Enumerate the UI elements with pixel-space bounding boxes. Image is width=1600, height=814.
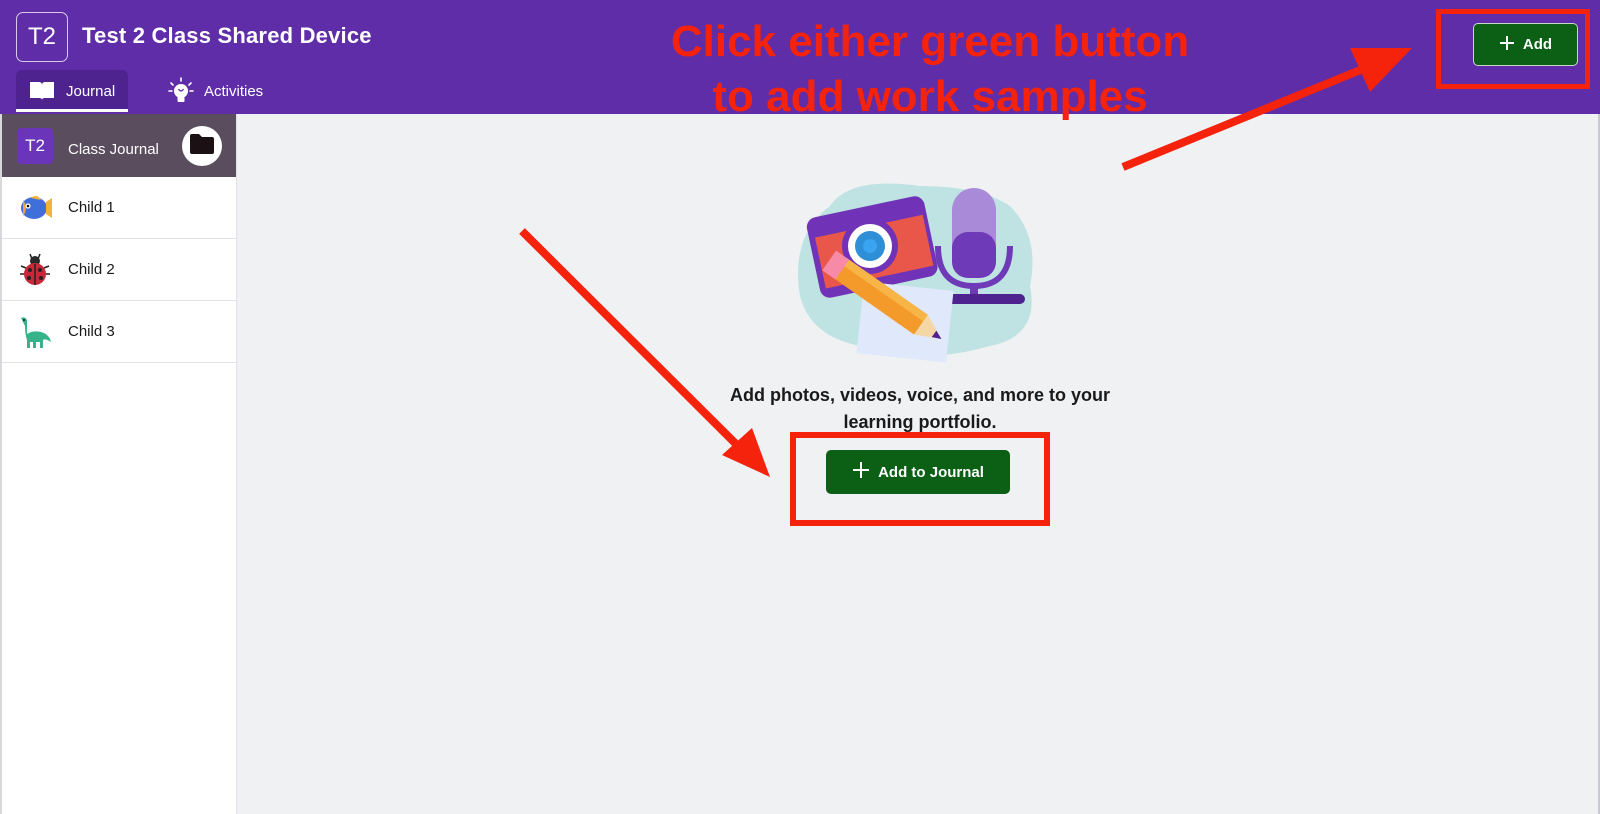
empty-state-illustration [790, 176, 1050, 366]
folder-button[interactable] [182, 126, 222, 166]
annotation-line-1: Click either green button [670, 17, 1190, 66]
class-avatar[interactable]: T2 [16, 12, 68, 62]
tab-journal-label: Journal [66, 82, 116, 100]
tab-journal[interactable]: Journal [16, 70, 128, 112]
folder-icon [189, 133, 215, 160]
sidebar-item-label: Child 2 [68, 261, 115, 278]
sidebar-item-label: Child 3 [68, 323, 115, 340]
sidebar-item-label: Class Journal [68, 141, 159, 158]
annotation-highlight-box-journal [790, 432, 1050, 526]
sidebar-item-child-2[interactable]: Child 2 [2, 239, 236, 301]
class-journal-avatar: T2 [17, 127, 53, 164]
lightbulb-icon [168, 77, 194, 105]
book-icon [28, 80, 56, 102]
sidebar-item-class-journal[interactable]: T2 Class Journal [2, 114, 236, 177]
class-title: Test 2 Class Shared Device [82, 23, 372, 48]
fish-icon [17, 190, 53, 226]
annotation-highlight-box-add [1436, 9, 1590, 89]
ladybug-icon [17, 252, 53, 288]
arrow-to-add-to-journal-button [519, 228, 770, 477]
tab-activities-label: Activities [204, 82, 264, 100]
empty-state-message: Add photos, videos, voice, and more to y… [729, 385, 1111, 432]
annotation-instruction: Click either green button to add work sa… [600, 14, 1260, 124]
sidebar-item-child-3[interactable]: Child 3 [2, 301, 236, 363]
annotation-line-2: to add work samples [712, 72, 1148, 121]
sidebar: T2 Class Journal Child 1 Child 2 Child 3 [0, 114, 237, 814]
sidebar-item-child-1[interactable]: Child 1 [2, 177, 236, 239]
sidebar-item-label: Child 1 [68, 199, 115, 216]
dinosaur-icon [17, 314, 53, 350]
tab-activities[interactable]: Activities [168, 70, 278, 112]
